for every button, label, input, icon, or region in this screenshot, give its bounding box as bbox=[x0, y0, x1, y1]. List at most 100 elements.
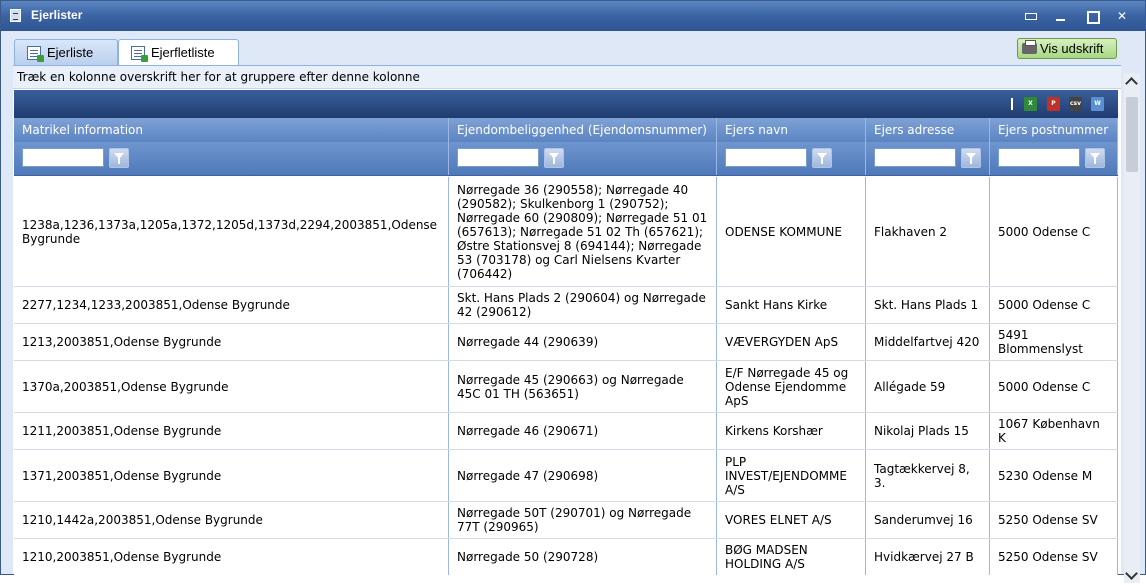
grid-body: 1238a,1236,1373a,1205a,1372,1205d,1373d,… bbox=[14, 177, 1118, 575]
filter-cell bbox=[449, 142, 717, 175]
window-icon bbox=[10, 9, 21, 22]
filter-input-ejendom[interactable] bbox=[457, 148, 539, 167]
minimize-button[interactable] bbox=[1052, 7, 1070, 25]
cell-ejendom: Nørregade 45 (290663) og Nørregade 45C 0… bbox=[449, 361, 717, 412]
printer-icon bbox=[1022, 40, 1037, 54]
column-header-navn[interactable]: Ejers navn bbox=[717, 118, 866, 142]
print-preview-label: Vis udskrift bbox=[1040, 41, 1104, 56]
tab-ejerfletliste[interactable]: Ejerfletliste bbox=[118, 39, 239, 67]
filter-input-adresse[interactable] bbox=[874, 148, 956, 167]
cell-matrikel: 1370a,2003851,Odense Bygrunde bbox=[14, 361, 449, 412]
cell-navn: BØG MADSEN HOLDING A/S bbox=[717, 539, 866, 575]
filter-cell bbox=[990, 142, 1118, 175]
filter-icon[interactable] bbox=[1085, 148, 1105, 168]
ejerlister-window: Ejerlister ✕ Ejerliste Ejerfletliste Vis… bbox=[0, 0, 1146, 583]
cell-postnummer: 1067 København K bbox=[990, 413, 1118, 449]
table-row[interactable]: 2277,1234,1233,2003851,Odense Bygrunde S… bbox=[14, 287, 1118, 324]
merge-list-icon bbox=[131, 46, 148, 62]
filter-cell bbox=[866, 142, 990, 175]
cell-navn: E/F Nørregade 45 og Odense Ejendomme ApS bbox=[717, 361, 866, 412]
cell-navn: Sankt Hans Kirke bbox=[717, 287, 866, 323]
cell-postnummer: 5250 Odense SV bbox=[990, 502, 1118, 538]
word-export-icon[interactable]: W bbox=[1091, 97, 1104, 111]
cell-matrikel: 1210,2003851,Odense Bygrunde bbox=[14, 539, 449, 575]
cell-ejendom: Skt. Hans Plads 2 (290604) og Nørregade … bbox=[449, 287, 717, 323]
cell-adresse: Tagtækkervej 8, 3. bbox=[866, 450, 990, 501]
filter-icon[interactable] bbox=[109, 148, 129, 168]
cell-matrikel: 1238a,1236,1373a,1205a,1372,1205d,1373d,… bbox=[14, 177, 449, 286]
print-preview-button[interactable]: Vis udskrift bbox=[1017, 38, 1117, 59]
cell-matrikel: 1213,2003851,Odense Bygrunde bbox=[14, 324, 449, 360]
table-row[interactable]: 1210,2003851,Odense Bygrunde Nørregade 5… bbox=[14, 539, 1118, 575]
cell-adresse: Hvidkærvej 27 B bbox=[866, 539, 990, 575]
cell-adresse: Skt. Hans Plads 1 bbox=[866, 287, 990, 323]
grid-header: Matrikel information Ejendombeliggenhed … bbox=[14, 118, 1118, 142]
cell-postnummer: 5000 Odense C bbox=[990, 177, 1118, 286]
filter-icon[interactable] bbox=[812, 148, 832, 168]
filter-icon[interactable] bbox=[961, 148, 981, 168]
filter-input-navn[interactable] bbox=[725, 148, 807, 167]
tab-label: Ejerliste bbox=[47, 45, 94, 60]
cell-adresse: Middelfartvej 420 bbox=[866, 324, 990, 360]
tab-ejerliste[interactable]: Ejerliste bbox=[14, 39, 118, 66]
cell-navn: Kirkens Korshær bbox=[717, 413, 866, 449]
column-header-matrikel[interactable]: Matrikel information bbox=[14, 118, 449, 142]
group-by-area[interactable]: Træk en kolonne overskrift her for at gr… bbox=[13, 66, 1121, 89]
table-row[interactable]: 1213,2003851,Odense Bygrunde Nørregade 4… bbox=[14, 324, 1118, 361]
filter-cell bbox=[14, 142, 449, 175]
cell-ejendom: Nørregade 50 (290728) bbox=[449, 539, 717, 575]
cell-navn: VORES ELNET A/S bbox=[717, 502, 866, 538]
cell-matrikel: 1371,2003851,Odense Bygrunde bbox=[14, 450, 449, 501]
excel-export-icon[interactable]: X bbox=[1024, 97, 1037, 111]
cell-adresse: Flakhaven 2 bbox=[866, 177, 990, 286]
cell-navn: VÆVERGYDEN ApS bbox=[717, 324, 866, 360]
cell-adresse: Allégade 59 bbox=[866, 361, 990, 412]
cell-postnummer: 5000 Odense C bbox=[990, 287, 1118, 323]
scroll-up-icon[interactable] bbox=[1124, 73, 1140, 91]
grid-toolbar: X P csv W bbox=[14, 90, 1118, 118]
table-row[interactable]: 1370a,2003851,Odense Bygrunde Nørregade … bbox=[14, 361, 1118, 413]
cell-ejendom: Nørregade 50T (290701) og Nørregade 77T … bbox=[449, 502, 717, 538]
grid-panel: Træk en kolonne overskrift her for at gr… bbox=[13, 65, 1121, 575]
cell-ejendom: Nørregade 46 (290671) bbox=[449, 413, 717, 449]
filter-icon[interactable] bbox=[544, 148, 564, 168]
title-bar[interactable]: Ejerlister ✕ bbox=[1, 1, 1145, 31]
filter-cell bbox=[717, 142, 866, 175]
cell-navn: ODENSE KOMMUNE bbox=[717, 177, 866, 286]
pdf-export-icon[interactable]: P bbox=[1047, 97, 1060, 111]
cell-postnummer: 5491 Blommenslyst bbox=[990, 324, 1118, 360]
cell-adresse: Sanderumvej 16 bbox=[866, 502, 990, 538]
column-header-postnummer[interactable]: Ejers postnummer bbox=[990, 118, 1118, 142]
cell-postnummer: 5000 Odense C bbox=[990, 361, 1118, 412]
window-title: Ejerlister bbox=[31, 8, 83, 22]
column-header-adresse[interactable]: Ejers adresse bbox=[866, 118, 990, 142]
filter-input-postnummer[interactable] bbox=[998, 148, 1080, 167]
cell-matrikel: 2277,1234,1233,2003851,Odense Bygrunde bbox=[14, 287, 449, 323]
column-header-ejendom[interactable]: Ejendombeliggenhed (Ejendomsnummer) bbox=[449, 118, 717, 142]
filter-row bbox=[14, 142, 1118, 176]
window-content: Ejerliste Ejerfletliste Vis udskrift Træ… bbox=[2, 31, 1144, 583]
cell-ejendom: Nørregade 36 (290558); Nørregade 40 (290… bbox=[449, 177, 717, 286]
cell-matrikel: 1210,1442a,2003851,Odense Bygrunde bbox=[14, 502, 449, 538]
tab-label: Ejerfletliste bbox=[151, 45, 215, 60]
cell-ejendom: Nørregade 44 (290639) bbox=[449, 324, 717, 360]
toolbar-separator bbox=[1011, 98, 1013, 110]
vertical-scrollbar[interactable] bbox=[1124, 73, 1140, 583]
cell-matrikel: 1211,2003851,Odense Bygrunde bbox=[14, 413, 449, 449]
table-row[interactable]: 1210,1442a,2003851,Odense Bygrunde Nørre… bbox=[14, 502, 1118, 539]
cell-navn: PLP INVEST/EJENDOMME A/S bbox=[717, 450, 866, 501]
table-row[interactable]: 1371,2003851,Odense Bygrunde Nørregade 4… bbox=[14, 450, 1118, 502]
scroll-thumb[interactable] bbox=[1126, 97, 1138, 172]
csv-export-icon[interactable]: csv bbox=[1069, 97, 1082, 111]
pin-icon[interactable] bbox=[1022, 7, 1040, 25]
cell-adresse: Nikolaj Plads 15 bbox=[866, 413, 990, 449]
cell-ejendom: Nørregade 47 (290698) bbox=[449, 450, 717, 501]
filter-input-matrikel[interactable] bbox=[22, 148, 104, 167]
close-button[interactable]: ✕ bbox=[1113, 7, 1131, 25]
table-row[interactable]: 1211,2003851,Odense Bygrunde Nørregade 4… bbox=[14, 413, 1118, 450]
cell-postnummer: 5230 Odense M bbox=[990, 450, 1118, 501]
scroll-down-icon[interactable] bbox=[1124, 567, 1140, 585]
table-row[interactable]: 1238a,1236,1373a,1205a,1372,1205d,1373d,… bbox=[14, 177, 1118, 287]
maximize-button[interactable] bbox=[1083, 7, 1101, 25]
list-icon bbox=[27, 46, 44, 62]
